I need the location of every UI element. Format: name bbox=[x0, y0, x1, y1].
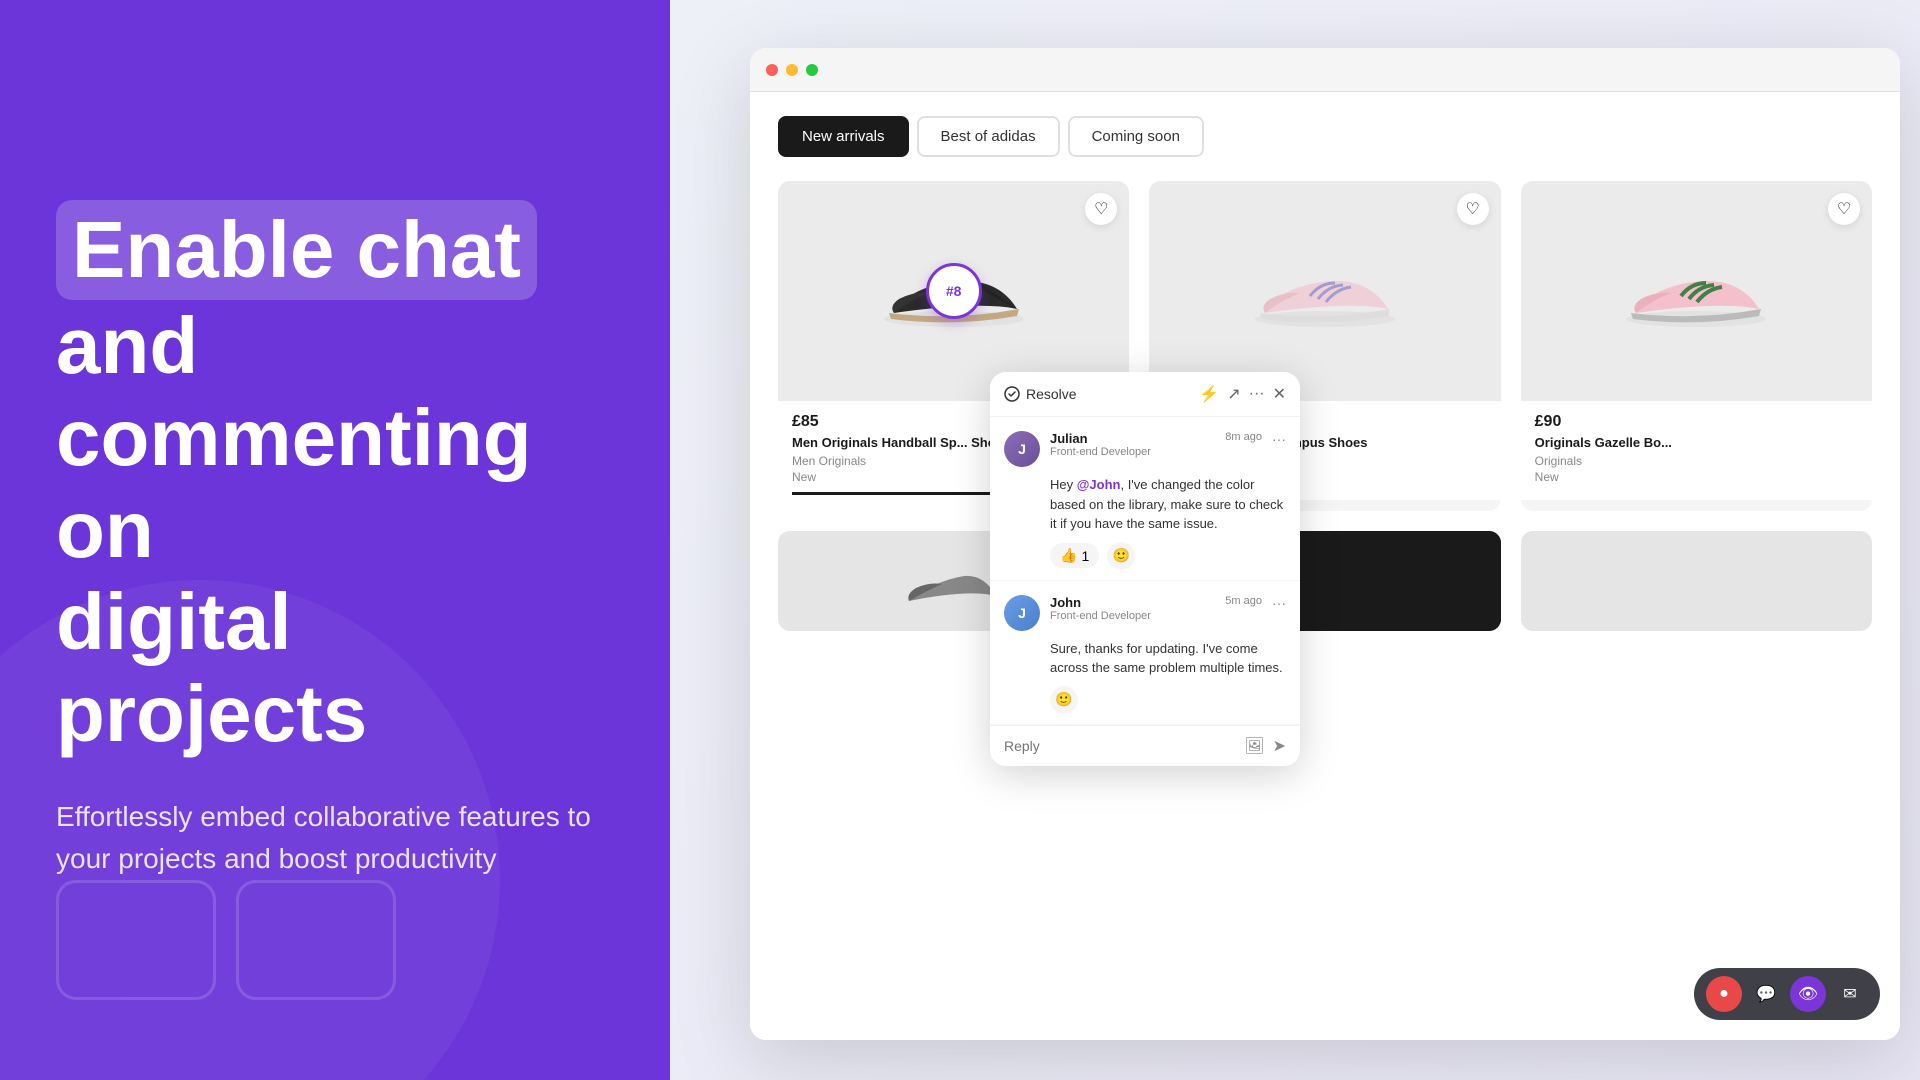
comment-user-row-julian: J Julian Front-end Developer 8m ago ··· bbox=[1004, 431, 1286, 467]
send-icon[interactable]: ➤ bbox=[1273, 736, 1286, 756]
comment-panel: Resolve ⚡ ↗ ··· ✕ J bbox=[990, 372, 1300, 766]
product-card-6 bbox=[1521, 531, 1872, 631]
product-image-2: ♡ bbox=[1149, 181, 1500, 401]
more-john[interactable]: ··· bbox=[1272, 595, 1286, 611]
avatar-julian: J bbox=[1004, 431, 1040, 467]
browser-content: New arrivals Best of adidas Coming soon bbox=[750, 92, 1900, 1040]
comment-reactions-john: 🙂 bbox=[1050, 686, 1286, 714]
tab-bar: New arrivals Best of adidas Coming soon bbox=[778, 116, 1872, 157]
mention-john: @John bbox=[1077, 477, 1121, 492]
comment-meta-john: John Front-end Developer bbox=[1050, 595, 1215, 622]
comment-item-julian: J Julian Front-end Developer 8m ago ··· … bbox=[990, 417, 1300, 581]
ranking-badge: #8 bbox=[926, 263, 982, 319]
product-grid: ♡ #8 £85 Men Originals Handball Sp... Sh… bbox=[778, 181, 1872, 511]
comment-header-actions: ⚡ ↗ ··· ✕ bbox=[1199, 384, 1286, 404]
reply-input-area: 🖼 ➤ bbox=[990, 725, 1300, 766]
left-panel: Enable chat and commenting on digital pr… bbox=[0, 0, 670, 1080]
floating-toolbar: ● 💬 👁 ✉ bbox=[1694, 968, 1880, 1020]
product-price-3: £90 bbox=[1535, 413, 1858, 431]
product-row2 bbox=[778, 531, 1872, 631]
role-john: Front-end Developer bbox=[1050, 610, 1215, 622]
close-dot[interactable] bbox=[766, 64, 778, 76]
resolve-label: Resolve bbox=[1026, 386, 1077, 402]
tab-best-adidas[interactable]: Best of adidas bbox=[917, 116, 1060, 157]
product-image-3: ♡ bbox=[1521, 181, 1872, 401]
username-julian: Julian bbox=[1050, 431, 1215, 446]
minimize-dot[interactable] bbox=[786, 64, 798, 76]
comment-text-julian: Hey @John, I've changed the color based … bbox=[1050, 475, 1286, 534]
maximize-dot[interactable] bbox=[806, 64, 818, 76]
shoe-image-pink bbox=[1611, 241, 1781, 341]
browser-topbar bbox=[750, 48, 1900, 92]
product-card-3: ♡ £90 Originals Gazelle Bo... Originals … bbox=[1521, 181, 1872, 511]
comment-user-row-john: J John Front-end Developer 5m ago ··· bbox=[1004, 595, 1286, 631]
highlight-chat: Enable chat bbox=[56, 200, 537, 300]
time-julian: 8m ago bbox=[1225, 431, 1262, 443]
thumbsup-reaction[interactable]: 👍 1 bbox=[1050, 543, 1099, 568]
resolve-button[interactable]: Resolve bbox=[1004, 386, 1191, 402]
more-julian[interactable]: ··· bbox=[1272, 431, 1286, 447]
toolbar-btn-red[interactable]: ● bbox=[1706, 976, 1742, 1012]
avatar-john: J bbox=[1004, 595, 1040, 631]
decorative-shapes bbox=[56, 880, 396, 1000]
role-julian: Front-end Developer bbox=[1050, 446, 1215, 458]
add-reaction-john[interactable]: 🙂 bbox=[1050, 686, 1078, 714]
product-image-6 bbox=[1521, 531, 1872, 631]
shoe-thumb-1 bbox=[904, 546, 1004, 616]
right-panel: New arrivals Best of adidas Coming soon bbox=[670, 0, 1920, 1080]
thumbsup-emoji: 👍 bbox=[1060, 547, 1077, 564]
more-icon[interactable]: ··· bbox=[1249, 385, 1265, 403]
comment-reactions-julian: 👍 1 🙂 bbox=[1050, 542, 1286, 570]
comment-body: J Julian Front-end Developer 8m ago ··· … bbox=[990, 417, 1300, 725]
reaction-count: 1 bbox=[1081, 548, 1089, 564]
heart-button-1[interactable]: ♡ bbox=[1085, 193, 1117, 225]
tab-new-arrivals[interactable]: New arrivals bbox=[778, 116, 909, 157]
deco-shape-1 bbox=[56, 880, 216, 1000]
toolbar-btn-mail[interactable]: ✉ bbox=[1832, 976, 1868, 1012]
product-category-3: Originals bbox=[1535, 454, 1858, 468]
toolbar-btn-chat[interactable]: 💬 bbox=[1748, 976, 1784, 1012]
heart-button-3[interactable]: ♡ bbox=[1828, 193, 1860, 225]
comment-panel-header: Resolve ⚡ ↗ ··· ✕ bbox=[990, 372, 1300, 417]
share-icon[interactable]: ↗ bbox=[1227, 384, 1240, 404]
username-john: John bbox=[1050, 595, 1215, 610]
product-info-3: £90 Originals Gazelle Bo... Originals Ne… bbox=[1521, 401, 1872, 500]
image-attach-icon[interactable]: 🖼 bbox=[1244, 736, 1264, 756]
comment-meta-julian: Julian Front-end Developer bbox=[1050, 431, 1215, 458]
product-tag-3: New bbox=[1535, 470, 1858, 484]
deco-shape-2 bbox=[236, 880, 396, 1000]
tab-coming-soon[interactable]: Coming soon bbox=[1068, 116, 1204, 157]
product-name-3: Originals Gazelle Bo... bbox=[1535, 435, 1858, 452]
resolve-icon bbox=[1004, 386, 1020, 402]
shoe-image-light bbox=[1240, 241, 1410, 341]
close-icon[interactable]: ✕ bbox=[1273, 384, 1286, 404]
reply-input[interactable] bbox=[1004, 738, 1236, 754]
comment-text-john: Sure, thanks for updating. I've come acr… bbox=[1050, 639, 1286, 678]
time-john: 5m ago bbox=[1225, 595, 1262, 607]
toolbar-btn-view[interactable]: 👁 bbox=[1790, 976, 1826, 1012]
comment-item-john: J John Front-end Developer 5m ago ··· Su… bbox=[990, 581, 1300, 725]
product-image-1: ♡ #8 bbox=[778, 181, 1129, 401]
hero-subtitle: Effortlessly embed collaborative feature… bbox=[56, 796, 614, 880]
hero-title: Enable chat and commenting on digital pr… bbox=[56, 200, 614, 760]
add-reaction-button[interactable]: 🙂 bbox=[1107, 542, 1135, 570]
heart-button-2[interactable]: ♡ bbox=[1457, 193, 1489, 225]
browser-window: New arrivals Best of adidas Coming soon bbox=[750, 48, 1900, 1040]
lightning-icon[interactable]: ⚡ bbox=[1199, 384, 1219, 404]
